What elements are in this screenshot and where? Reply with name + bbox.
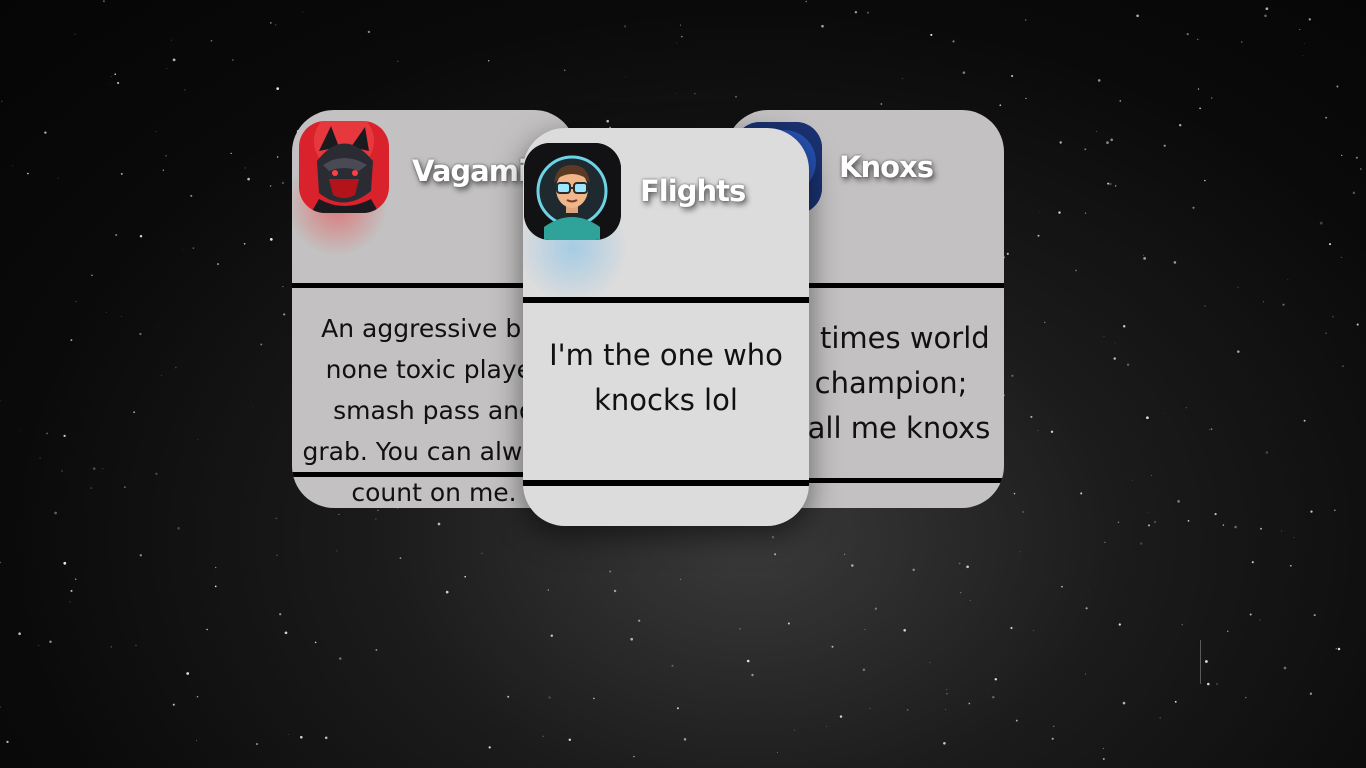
profile-card-flights[interactable]: Flights I'm the one who knocks lol	[523, 128, 809, 526]
profile-name: Knoxs	[839, 150, 934, 184]
card-divider	[523, 297, 809, 303]
glasses-boy-avatar-icon	[524, 143, 621, 240]
card-divider	[523, 480, 809, 486]
profile-bio: I'm the one who knocks lol	[549, 338, 783, 417]
profile-name: Flights	[640, 174, 746, 208]
text-cursor	[1200, 640, 1201, 684]
red-wolf-gamer-avatar-icon	[299, 121, 389, 213]
